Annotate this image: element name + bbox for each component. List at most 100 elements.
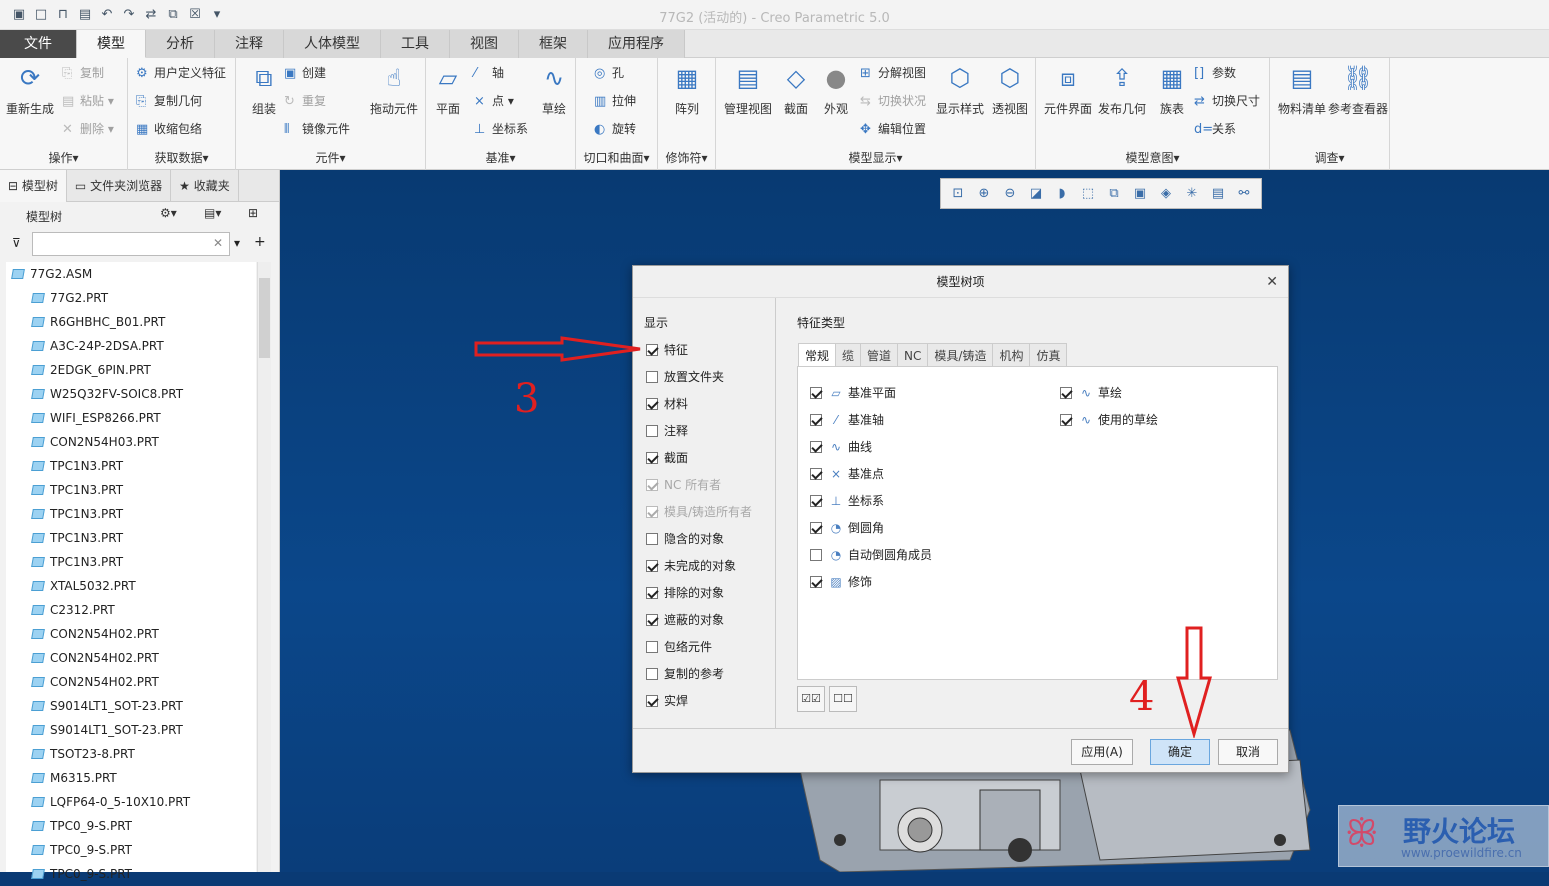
tree-item[interactable]: CON2N54H02.PRT bbox=[6, 670, 256, 694]
scrollbar-thumb[interactable] bbox=[259, 278, 270, 358]
cancel-button[interactable]: 取消 bbox=[1218, 739, 1278, 765]
tab-file[interactable]: 文件 bbox=[0, 30, 77, 58]
feature-tab[interactable]: NC bbox=[897, 343, 928, 367]
extrude-button[interactable]: ▥ 拉伸 bbox=[594, 90, 636, 112]
tree-item[interactable]: 2EDGK_6PIN.PRT bbox=[6, 358, 256, 382]
tab-frame[interactable]: 框架 bbox=[519, 30, 588, 58]
sketch-button[interactable]: ∿ 草绘 bbox=[526, 62, 582, 117]
reference-viewer-button[interactable]: ⛓ 参考查看器 bbox=[1328, 62, 1388, 117]
toggle-status-button[interactable]: ⇆ 切换状况 bbox=[860, 90, 926, 112]
point-button[interactable]: × 点 ▾ bbox=[474, 90, 514, 112]
csys-button[interactable]: ⊥ 坐标系 bbox=[474, 118, 528, 140]
checkbox[interactable] bbox=[646, 668, 658, 680]
display-checkbox[interactable]: 遮蔽的对象 bbox=[646, 611, 724, 629]
tree-columns-icon[interactable]: ▤▾ bbox=[204, 206, 221, 220]
checkbox[interactable] bbox=[646, 344, 658, 356]
tab-view[interactable]: 视图 bbox=[450, 30, 519, 58]
ok-button[interactable]: 确定 bbox=[1150, 739, 1210, 765]
bom-button[interactable]: ▤ 物料清单 bbox=[1274, 62, 1330, 117]
checkbox[interactable] bbox=[646, 641, 658, 653]
mirror-component-button[interactable]: ⫴ 镜像元件 bbox=[284, 118, 350, 140]
checkbox[interactable] bbox=[810, 414, 822, 426]
checkbox[interactable] bbox=[810, 468, 822, 480]
parameters-button[interactable]: [] 参数 bbox=[1194, 62, 1236, 84]
group-label-model-display[interactable]: 模型显示▾ bbox=[716, 149, 1035, 166]
group-label-investigate[interactable]: 调查▾ bbox=[1270, 149, 1389, 166]
tree-item[interactable]: 77G2.PRT bbox=[6, 286, 256, 310]
checkbox[interactable] bbox=[646, 587, 658, 599]
tree-filter-icon[interactable]: ⊞ bbox=[248, 206, 258, 220]
checkbox[interactable] bbox=[646, 533, 658, 545]
tab-folder-browser[interactable]: ▭ 文件夹浏览器 bbox=[67, 170, 172, 202]
tree-item[interactable]: W25Q32FV-SOIC8.PRT bbox=[6, 382, 256, 406]
feature-tab[interactable]: 模具/铸造 bbox=[927, 343, 993, 367]
drag-component-button[interactable]: ☝ 拖动元件 bbox=[366, 62, 422, 117]
tree-settings-icon[interactable]: ⚙▾ bbox=[160, 206, 177, 220]
tab-applications[interactable]: 应用程序 bbox=[588, 30, 685, 58]
tab-favorites[interactable]: ★ 收藏夹 bbox=[171, 170, 239, 202]
tree-item[interactable]: M6315.PRT bbox=[6, 766, 256, 790]
display-checkbox[interactable]: 注释 bbox=[646, 422, 688, 440]
feature-checkbox[interactable]: ▨ 修饰 bbox=[810, 573, 872, 591]
group-label-modifier[interactable]: 修饰符▾ bbox=[658, 149, 715, 166]
display-checkbox[interactable]: 放置文件夹 bbox=[646, 368, 724, 386]
group-label-model-intent[interactable]: 模型意图▾ bbox=[1036, 149, 1269, 166]
create-button[interactable]: ▣ 创建 bbox=[284, 62, 326, 84]
checkbox[interactable] bbox=[646, 398, 658, 410]
repaint-icon[interactable]: ◪ bbox=[1025, 183, 1047, 205]
checkbox[interactable] bbox=[646, 614, 658, 626]
display-checkbox[interactable]: 复制的参考 bbox=[646, 665, 724, 683]
checkbox[interactable] bbox=[646, 425, 658, 437]
close-icon[interactable]: ✕ bbox=[1266, 266, 1278, 298]
group-label-operations[interactable]: 操作▾ bbox=[0, 149, 127, 166]
checkbox[interactable] bbox=[810, 387, 822, 399]
tab-analysis[interactable]: 分析 bbox=[146, 30, 215, 58]
apply-button[interactable]: 应用(A) bbox=[1071, 739, 1133, 765]
select-all-button[interactable]: ☑☑ bbox=[797, 686, 825, 712]
axis-button[interactable]: ⁄ 轴 bbox=[474, 62, 504, 84]
copy-geometry-button[interactable]: ⎘ 复制几何 bbox=[136, 90, 202, 112]
relations-button[interactable]: d=关系 bbox=[1194, 118, 1236, 140]
delete-button[interactable]: ✕ 删除 ▾ bbox=[62, 118, 114, 140]
tab-model-tree[interactable]: ⊟ 模型树 bbox=[0, 170, 67, 202]
group-label-component[interactable]: 元件▾ bbox=[236, 149, 425, 166]
feature-checkbox[interactable]: ⁄ 基准轴 bbox=[810, 411, 884, 429]
perspective-toolbar-icon[interactable]: ▣ bbox=[1129, 183, 1151, 205]
family-table-button[interactable]: ▦ 族表 bbox=[1144, 62, 1200, 117]
saved-views-icon[interactable]: ⬚ bbox=[1077, 183, 1099, 205]
clear-icon[interactable]: ✕ bbox=[213, 236, 223, 250]
feature-tab[interactable]: 仿真 bbox=[1029, 343, 1068, 367]
checkbox[interactable] bbox=[646, 452, 658, 464]
feature-checkbox[interactable]: ⊥ 坐标系 bbox=[810, 492, 884, 510]
copy-button[interactable]: ⎘ 复制 bbox=[62, 62, 104, 84]
display-checkbox[interactable]: 特征 bbox=[646, 341, 688, 359]
pattern-button[interactable]: ▦ 阵列 bbox=[659, 62, 715, 117]
tree-item[interactable]: CON2N54H02.PRT bbox=[6, 622, 256, 646]
checkbox[interactable] bbox=[1060, 414, 1072, 426]
feature-tab[interactable]: 常规 bbox=[798, 343, 836, 367]
spin-center-icon[interactable]: ⚯ bbox=[1233, 183, 1255, 205]
feature-checkbox[interactable]: × 基准点 bbox=[810, 465, 884, 483]
tab-manikin[interactable]: 人体模型 bbox=[284, 30, 381, 58]
feature-checkbox[interactable]: ◔ 自动倒圆角成员 bbox=[810, 546, 932, 564]
display-style-button[interactable]: ⬡ 显示样式 bbox=[932, 62, 988, 117]
display-style-toolbar-icon[interactable]: ◗ bbox=[1051, 183, 1073, 205]
feature-checkbox[interactable]: ∿ 曲线 bbox=[810, 438, 872, 456]
feature-checkbox[interactable]: ∿ 草绘 bbox=[1060, 384, 1122, 402]
tree-item[interactable]: TPC1N3.PRT bbox=[6, 502, 256, 526]
search-dropdown-icon[interactable]: ▾ bbox=[234, 236, 240, 250]
tree-item[interactable]: LQFP64-0_5-10X10.PRT bbox=[6, 790, 256, 814]
display-checkbox[interactable]: 截面 bbox=[646, 449, 688, 467]
display-checkbox[interactable]: 包络元件 bbox=[646, 638, 712, 656]
section-toolbar-icon[interactable]: ◈ bbox=[1155, 183, 1177, 205]
tree-item[interactable]: R6GHBHC_B01.PRT bbox=[6, 310, 256, 334]
clear-all-button[interactable]: ☐☐ bbox=[829, 686, 857, 712]
component-interface-button[interactable]: ⧈ 元件界面 bbox=[1040, 62, 1096, 117]
appearance-button[interactable]: ● 外观 bbox=[808, 62, 864, 117]
feature-tab[interactable]: 管道 bbox=[860, 343, 898, 367]
tree-item[interactable]: TSOT23-8.PRT bbox=[6, 742, 256, 766]
switch-dimensions-button[interactable]: ⇄ 切换尺寸 bbox=[1194, 90, 1260, 112]
add-icon[interactable]: + bbox=[254, 234, 266, 250]
checkbox[interactable] bbox=[1060, 387, 1072, 399]
tree-item[interactable]: TPC1N3.PRT bbox=[6, 550, 256, 574]
